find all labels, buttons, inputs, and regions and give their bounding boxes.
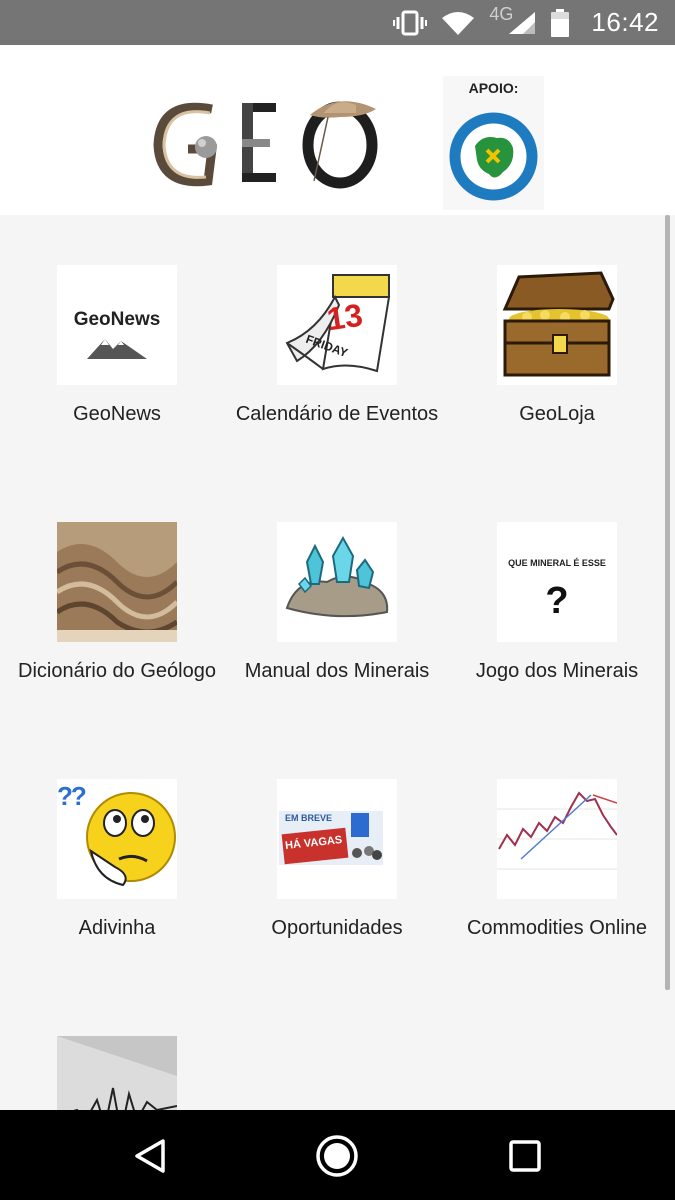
tile-oportunidades[interactable]: EM BREVE HÁ VAGAS Oportunidades — [227, 779, 447, 940]
navigation-bar — [0, 1110, 675, 1200]
vibrate-icon — [393, 10, 428, 36]
wifi-icon — [441, 10, 475, 36]
tile-jogo-minerais[interactable]: QUE MINERAL É ESSE ? Jogo dos Minerais — [447, 522, 667, 683]
stock-chart-icon — [497, 779, 617, 899]
calendar-number: 13 — [324, 296, 365, 338]
back-icon[interactable] — [128, 1134, 172, 1178]
tile-label: Manual dos Minerais — [244, 660, 430, 682]
tile-manual-minerais[interactable]: Manual dos Minerais — [227, 522, 447, 683]
tile-dicionario[interactable]: Dicionário do Geólogo — [7, 522, 227, 683]
rock-folds-photo — [57, 522, 177, 642]
app-header: APOIO: — [0, 45, 675, 215]
geo-logo — [150, 95, 390, 210]
thinking-face-icon: ?? — [57, 779, 177, 899]
home-icon[interactable] — [315, 1134, 359, 1178]
tile-sismografo[interactable] — [7, 1036, 227, 1110]
tile-label: GeoNews — [73, 403, 161, 425]
menu-grid: GeoNews GeoNews 13 FRIDAY Calendário de … — [0, 215, 675, 1110]
clock: 16:42 — [591, 7, 659, 37]
question-marks: ?? — [57, 781, 87, 811]
tile-adivinha[interactable]: ?? Adivinha — [7, 779, 227, 940]
sponsor-badge[interactable]: APOIO: — [443, 76, 544, 210]
jobs-icon: EM BREVE HÁ VAGAS — [277, 779, 397, 899]
scrollbar[interactable] — [665, 215, 670, 990]
tile-label: Adivinha — [78, 917, 156, 939]
crystals-icon — [277, 522, 397, 642]
question-mark-icon: QUE MINERAL É ESSE ? — [497, 522, 617, 642]
tile-label: Commodities Online — [466, 917, 648, 939]
tile-label: Calendário de Eventos — [235, 403, 439, 425]
network-type-label: 4G — [489, 4, 514, 24]
geonews-thumb-text: GeoNews — [73, 309, 161, 330]
tile-label: GeoLoja — [519, 403, 595, 425]
support-label: APOIO: — [468, 80, 519, 96]
tile-geonews[interactable]: GeoNews GeoNews — [7, 265, 227, 426]
geonews-logo-icon: GeoNews — [57, 265, 177, 385]
tile-geoloja[interactable]: GeoLoja — [447, 265, 667, 426]
tile-label: Dicionário do Geólogo — [18, 660, 216, 682]
em-breve-text: EM BREVE — [285, 813, 333, 823]
calendar-icon: 13 FRIDAY — [277, 265, 397, 385]
tile-label: Jogo dos Minerais — [475, 660, 639, 682]
treasure-chest-icon — [497, 265, 617, 385]
cell-signal-icon: 4G — [489, 4, 537, 36]
quiz-thumb-text: QUE MINERAL É ESSE — [508, 558, 606, 568]
seismograph-icon — [57, 1036, 177, 1110]
battery-icon — [551, 8, 570, 37]
recents-icon[interactable] — [503, 1134, 547, 1178]
sbg-seal-icon — [449, 112, 538, 201]
tile-commodities[interactable]: Commodities Online — [447, 779, 667, 940]
status-bar: 4G 16:42 — [0, 0, 675, 45]
quiz-question-mark: ? — [545, 580, 569, 622]
tile-label: Oportunidades — [271, 917, 403, 939]
tile-calendario[interactable]: 13 FRIDAY Calendário de Eventos — [227, 265, 447, 426]
